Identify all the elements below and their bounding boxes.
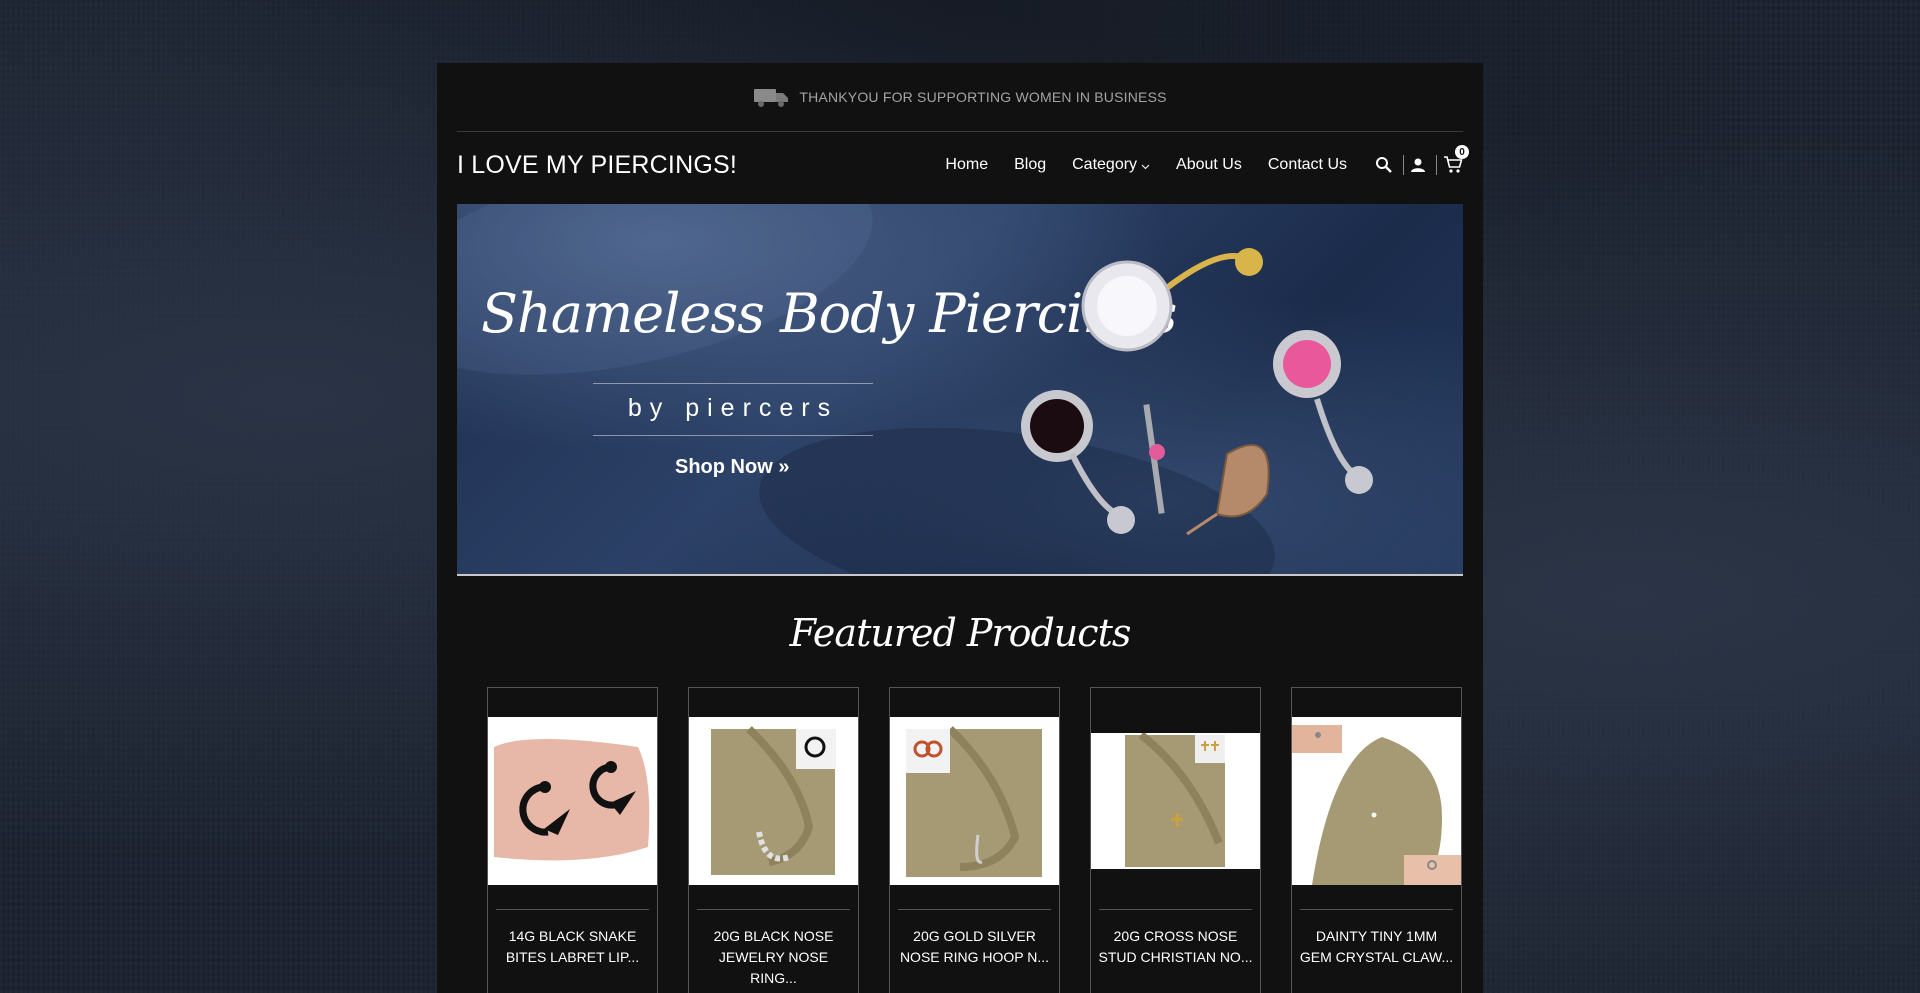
pink-belly-ring bbox=[1273, 330, 1373, 494]
card-divider bbox=[1300, 909, 1453, 910]
product-card[interactable]: 20G CROSS NOSE STUD CHRISTIAN NO... bbox=[1090, 687, 1261, 993]
crystal-belly-ring bbox=[1081, 248, 1263, 352]
nav-home[interactable]: Home bbox=[945, 156, 988, 174]
truck-icon bbox=[754, 89, 789, 107]
icon-separator bbox=[1436, 155, 1437, 175]
product-image bbox=[1091, 733, 1260, 869]
product-grid: 14G BLACK SNAKE BITES LABRET LIP... 20G … bbox=[487, 687, 1463, 993]
product-title[interactable]: 20G BLACK NOSE JEWELRY NOSE RING... bbox=[695, 926, 852, 989]
main-nav: Home Blog Category About Us Contact Us 0 bbox=[945, 145, 1469, 175]
search-icon bbox=[1376, 157, 1392, 173]
nav-category[interactable]: Category bbox=[1072, 156, 1150, 174]
product-title[interactable]: 14G BLACK SNAKE BITES LABRET LIP... bbox=[494, 926, 651, 968]
nav-category-label: Category bbox=[1072, 156, 1138, 173]
nav-about-us[interactable]: About Us bbox=[1176, 156, 1242, 174]
product-title[interactable]: 20G CROSS NOSE STUD CHRISTIAN NO... bbox=[1097, 926, 1254, 968]
header-icons: 0 bbox=[1375, 145, 1469, 175]
page-container: THANKYOU FOR SUPPORTING WOMEN IN BUSINES… bbox=[437, 63, 1483, 993]
product-title[interactable]: DAINTY TINY 1MM GEM CRYSTAL CLAW... bbox=[1298, 926, 1455, 968]
site-header: I LOVE MY PIERCINGS! Home Blog Category … bbox=[457, 132, 1469, 198]
feather-earring bbox=[1186, 444, 1270, 536]
featured-heading: Featured Products bbox=[789, 611, 1132, 655]
product-image bbox=[689, 717, 858, 885]
icon-separator bbox=[1403, 155, 1404, 175]
product-image bbox=[488, 717, 657, 885]
user-icon bbox=[1411, 158, 1425, 172]
chevron-down-icon bbox=[1141, 164, 1150, 169]
product-image bbox=[890, 717, 1059, 885]
site-logo[interactable]: I LOVE MY PIERCINGS! bbox=[457, 151, 737, 180]
product-card[interactable]: 20G GOLD SILVER NOSE RING HOOP N... bbox=[889, 687, 1060, 993]
card-divider bbox=[496, 909, 649, 910]
announcement-bar: THANKYOU FOR SUPPORTING WOMEN IN BUSINES… bbox=[437, 63, 1483, 131]
jewelry-image bbox=[1021, 248, 1373, 536]
black-belly-ring bbox=[1021, 390, 1135, 534]
hero-title: Shameless Body Piercings bbox=[481, 282, 1177, 345]
card-divider bbox=[1099, 909, 1252, 910]
product-card[interactable]: 20G BLACK NOSE JEWELRY NOSE RING... bbox=[688, 687, 859, 993]
hero-banner[interactable]: Shameless Body Piercings by piercers Sho… bbox=[457, 204, 1463, 576]
search-button[interactable] bbox=[1375, 156, 1393, 174]
account-button[interactable] bbox=[1410, 157, 1426, 173]
product-card[interactable]: 14G BLACK SNAKE BITES LABRET LIP... bbox=[487, 687, 658, 993]
announcement-text: THANKYOU FOR SUPPORTING WOMEN IN BUSINES… bbox=[799, 89, 1167, 105]
product-card[interactable]: DAINTY TINY 1MM GEM CRYSTAL CLAW... bbox=[1291, 687, 1462, 993]
hero-rule-bottom bbox=[593, 435, 873, 436]
pink-stud bbox=[1143, 404, 1165, 514]
product-image bbox=[1292, 717, 1461, 885]
cart-button[interactable]: 0 bbox=[1443, 145, 1469, 175]
nav-contact-us[interactable]: Contact Us bbox=[1268, 156, 1347, 174]
card-divider bbox=[697, 909, 850, 910]
hero-rule-top bbox=[593, 383, 873, 384]
cart-count-badge: 0 bbox=[1455, 145, 1469, 159]
card-divider bbox=[898, 909, 1051, 910]
hero-subtitle: by piercers bbox=[627, 394, 839, 422]
shop-now-button[interactable]: Shop Now » bbox=[675, 456, 789, 479]
product-title[interactable]: 20G GOLD SILVER NOSE RING HOOP N... bbox=[896, 926, 1053, 968]
nav-blog[interactable]: Blog bbox=[1014, 156, 1046, 174]
